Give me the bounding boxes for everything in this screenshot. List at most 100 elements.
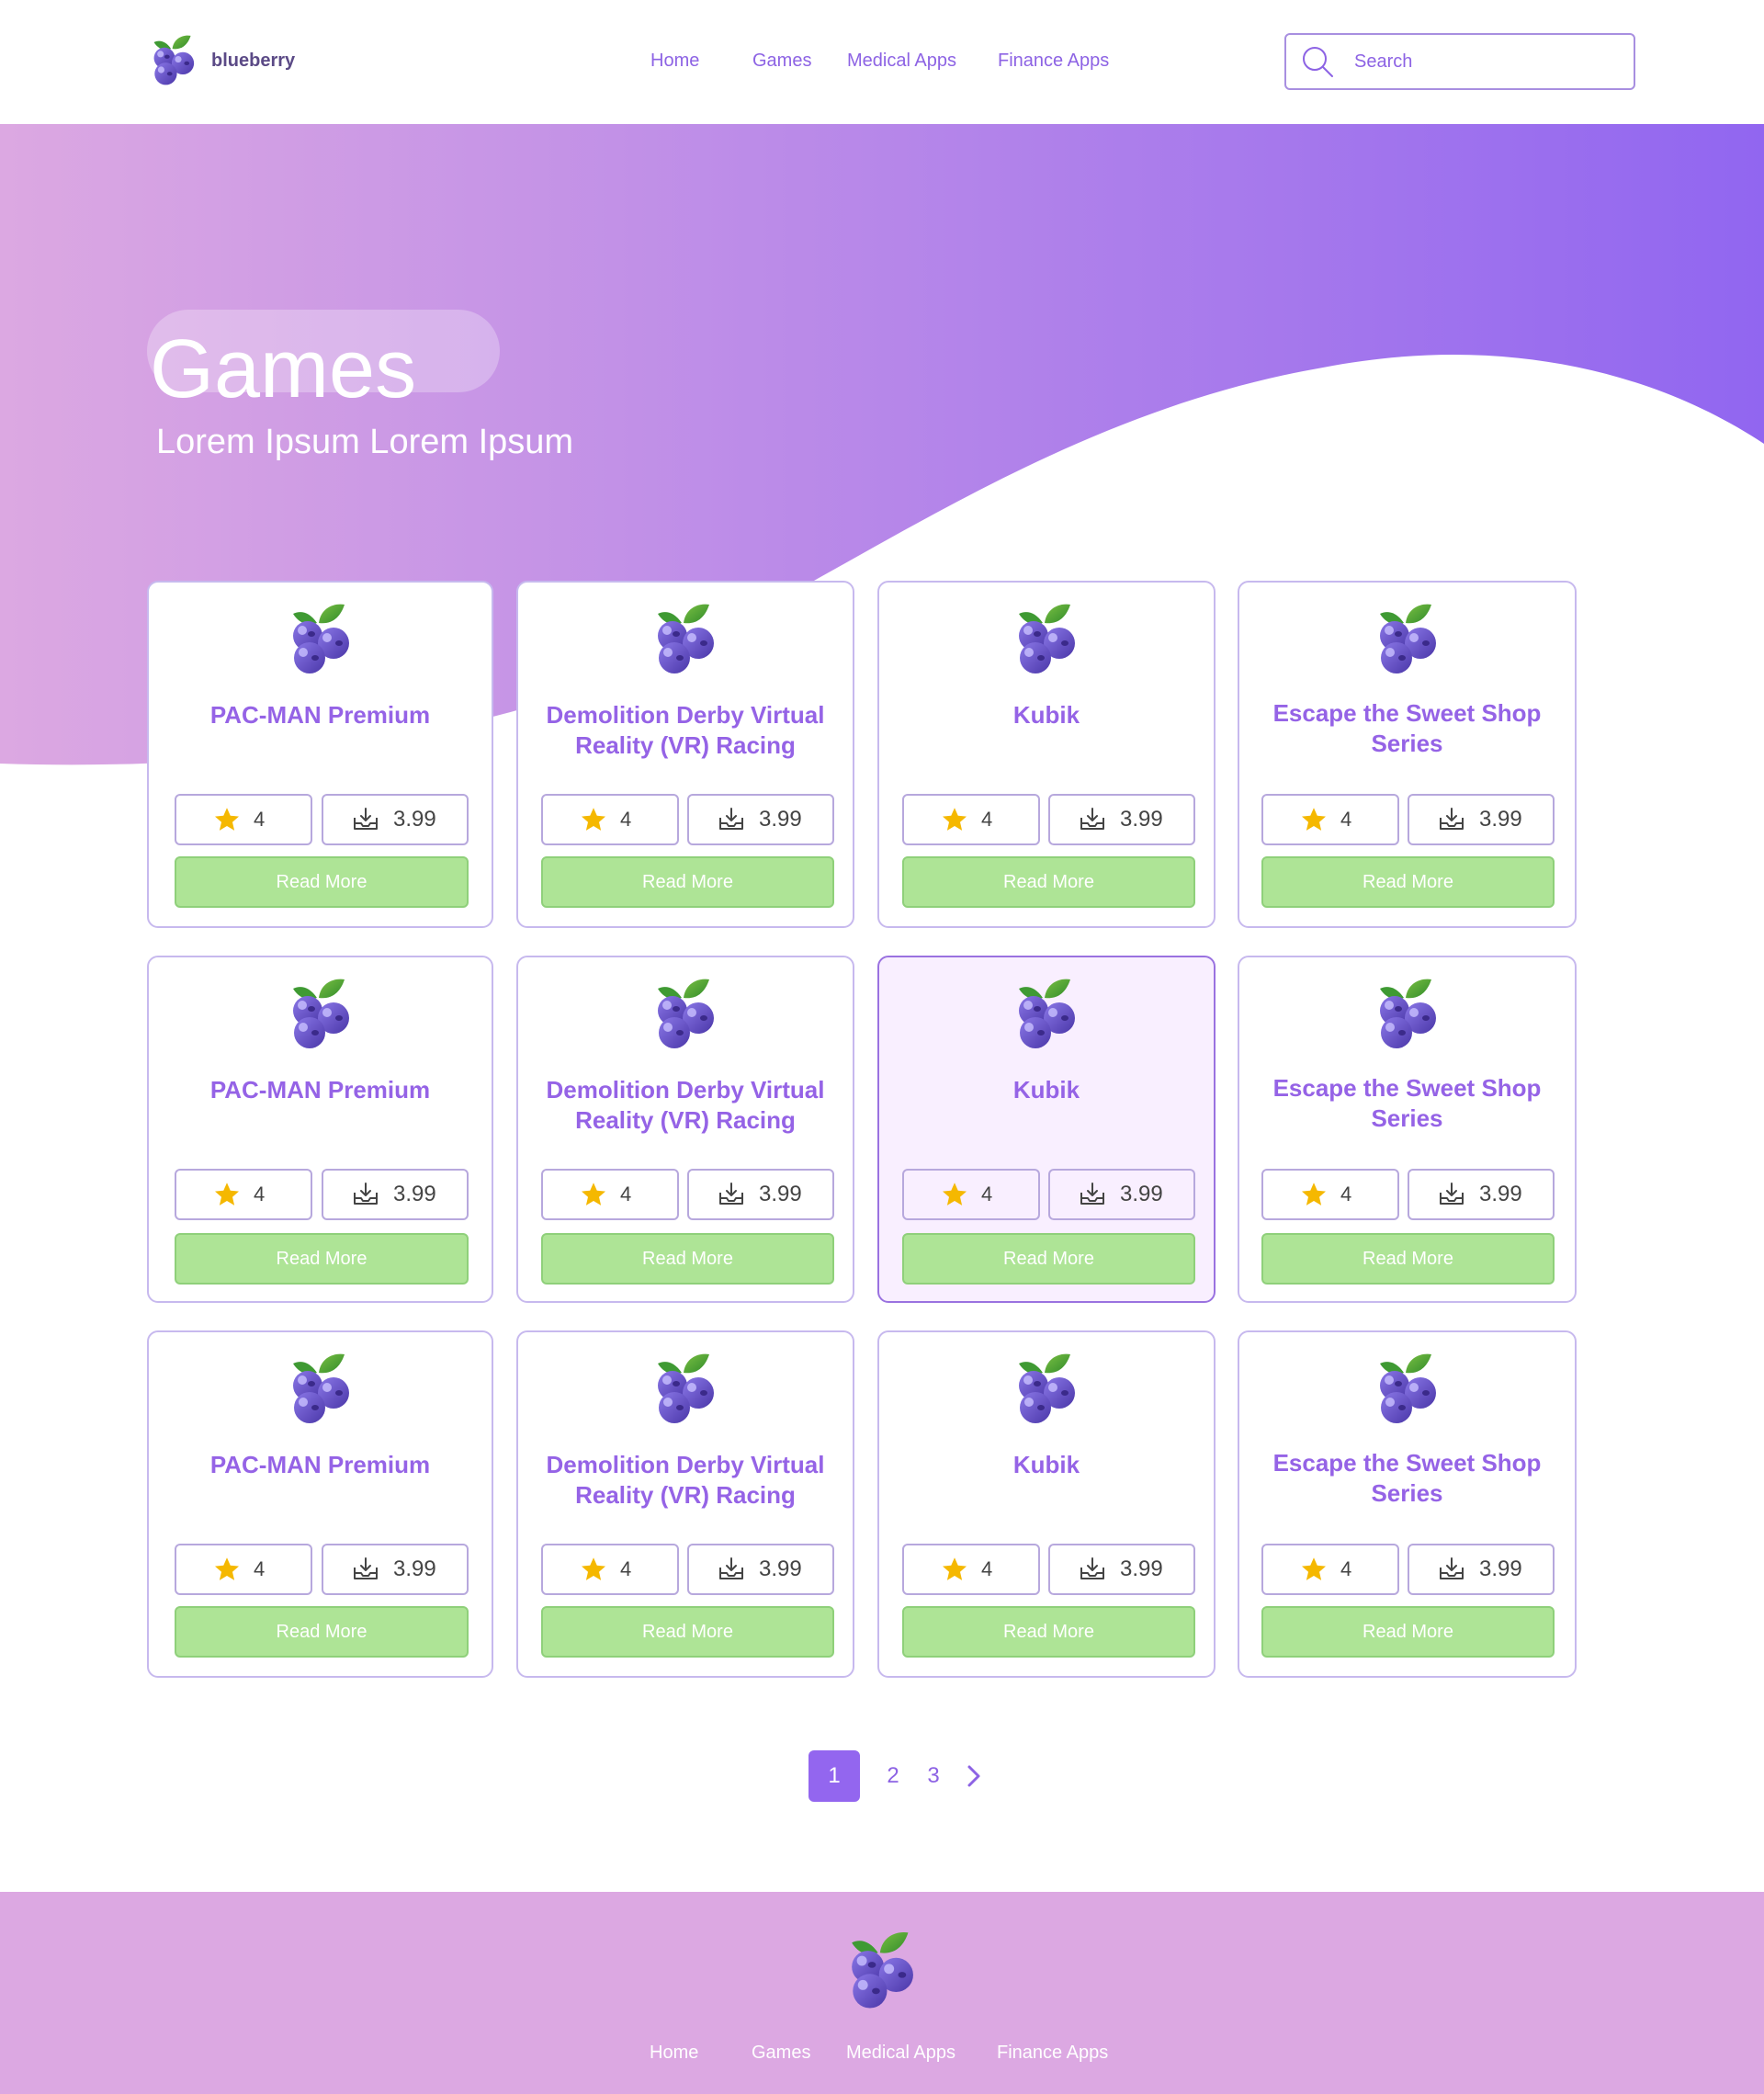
read-more-button[interactable]: Read More — [175, 856, 469, 908]
price-value: 3.99 — [393, 807, 436, 832]
game-card[interactable]: Demolition Derby Virtual Reality (VR) Ra… — [516, 581, 854, 928]
download-icon — [1437, 805, 1466, 834]
game-card-highlighted[interactable]: Kubik 4 3.99 Read More — [877, 956, 1216, 1303]
price-box: 3.99 — [322, 1544, 469, 1595]
download-icon — [351, 1180, 380, 1209]
search-input[interactable] — [1354, 51, 1611, 73]
next-page-button[interactable] — [961, 1750, 987, 1802]
rating-value: 4 — [1340, 808, 1352, 831]
blueberry-icon — [1371, 976, 1444, 1053]
rating-value: 4 — [254, 1183, 266, 1205]
game-card[interactable]: PAC-MAN Premium 4 3.99 Read More — [147, 581, 493, 928]
price-box: 3.99 — [1048, 1169, 1195, 1220]
blueberry-icon — [649, 601, 722, 678]
game-title: PAC-MAN Premium — [209, 701, 431, 729]
read-more-button[interactable]: Read More — [541, 856, 834, 908]
read-more-button[interactable]: Read More — [1261, 1233, 1555, 1285]
game-card[interactable]: Kubik 4 3.99 Read More — [877, 1330, 1216, 1678]
price-value: 3.99 — [1120, 1556, 1163, 1581]
rating-box: 4 — [175, 1169, 312, 1220]
star-icon — [941, 1556, 968, 1583]
read-more-button[interactable]: Read More — [902, 856, 1195, 908]
nav-medical-apps[interactable]: Medical Apps — [847, 51, 956, 72]
download-icon — [1437, 1555, 1466, 1584]
rating-value: 4 — [981, 1557, 993, 1580]
nav-finance-apps[interactable]: Finance Apps — [998, 51, 1109, 72]
download-icon — [717, 1555, 746, 1584]
game-title: Kubik — [1012, 701, 1080, 729]
chevron-right-icon — [967, 1765, 980, 1787]
game-title: PAC-MAN Premium — [209, 1076, 431, 1104]
star-icon — [580, 1181, 607, 1208]
rating-box: 4 — [1261, 1544, 1399, 1595]
page-1-button[interactable]: 1 — [808, 1750, 860, 1802]
game-card[interactable]: Kubik 4 3.99 Read More — [877, 581, 1216, 928]
rating-value: 4 — [981, 1183, 993, 1205]
price-value: 3.99 — [393, 1182, 436, 1206]
rating-value: 4 — [981, 808, 993, 831]
rating-value: 4 — [620, 808, 632, 831]
footer-nav-finance-apps[interactable]: Finance Apps — [997, 2043, 1108, 2064]
game-card[interactable]: PAC-MAN Premium 4 3.99 Read More — [147, 1330, 493, 1678]
blueberry-icon — [1371, 1351, 1444, 1428]
game-title: Escape the Sweet Shop Series — [1272, 1449, 1542, 1507]
read-more-button[interactable]: Read More — [1261, 1606, 1555, 1658]
price-value: 3.99 — [759, 1182, 802, 1206]
site-header: blueberry Home Games Medical Apps Financ… — [0, 0, 1764, 124]
game-title: Demolition Derby Virtual Reality (VR) Ra… — [546, 1451, 825, 1509]
game-card[interactable]: Demolition Derby Virtual Reality (VR) Ra… — [516, 1330, 854, 1678]
price-value: 3.99 — [1479, 1556, 1522, 1581]
brand-name: blueberry — [211, 50, 296, 71]
read-more-button[interactable]: Read More — [902, 1606, 1195, 1658]
rating-box: 4 — [902, 794, 1040, 845]
price-box: 3.99 — [1048, 794, 1195, 845]
search-icon — [1303, 47, 1333, 77]
game-card[interactable]: Escape the Sweet Shop Series 4 3.99 Read… — [1238, 581, 1577, 928]
footer-nav-games[interactable]: Games — [752, 2043, 810, 2064]
price-box: 3.99 — [687, 1544, 834, 1595]
rating-box: 4 — [175, 1544, 312, 1595]
price-value: 3.99 — [1120, 1182, 1163, 1206]
game-card[interactable]: Demolition Derby Virtual Reality (VR) Ra… — [516, 956, 854, 1303]
game-card[interactable]: Escape the Sweet Shop Series 4 3.99 Read… — [1238, 1330, 1577, 1678]
star-icon — [941, 806, 968, 833]
read-more-button[interactable]: Read More — [175, 1606, 469, 1658]
nav-home[interactable]: Home — [650, 51, 699, 72]
star-icon — [1300, 806, 1328, 833]
page-2-button[interactable]: 2 — [880, 1750, 906, 1802]
star-icon — [213, 1556, 241, 1583]
price-box: 3.99 — [322, 794, 469, 845]
game-title: Escape the Sweet Shop Series — [1272, 699, 1542, 757]
star-icon — [1300, 1556, 1328, 1583]
game-title: Kubik — [1012, 1076, 1080, 1104]
read-more-button[interactable]: Read More — [541, 1606, 834, 1658]
game-card[interactable]: PAC-MAN Premium 4 3.99 Read More — [147, 956, 493, 1303]
price-box: 3.99 — [687, 1169, 834, 1220]
brand[interactable]: blueberry — [147, 33, 295, 88]
read-more-button[interactable]: Read More — [541, 1233, 834, 1285]
price-value: 3.99 — [759, 1556, 802, 1581]
star-icon — [580, 1556, 607, 1583]
nav-games[interactable]: Games — [752, 51, 811, 72]
read-more-button[interactable]: Read More — [902, 1233, 1195, 1285]
blueberry-icon — [284, 601, 357, 678]
footer-nav-medical-apps[interactable]: Medical Apps — [846, 2043, 956, 2064]
star-icon — [213, 1181, 241, 1208]
price-box: 3.99 — [687, 794, 834, 845]
download-icon — [351, 1555, 380, 1584]
rating-box: 4 — [1261, 1169, 1399, 1220]
game-title: Demolition Derby Virtual Reality (VR) Ra… — [546, 701, 825, 759]
rating-box: 4 — [1261, 794, 1399, 845]
search-box[interactable] — [1284, 33, 1635, 90]
footer-nav-home[interactable]: Home — [650, 2043, 698, 2064]
rating-value: 4 — [620, 1183, 632, 1205]
game-card[interactable]: Escape the Sweet Shop Series 4 3.99 Read… — [1238, 956, 1577, 1303]
price-box: 3.99 — [1408, 794, 1555, 845]
star-icon — [941, 1181, 968, 1208]
blueberry-icon — [842, 1929, 922, 2013]
rating-value: 4 — [1340, 1183, 1352, 1205]
rating-value: 4 — [254, 1557, 266, 1580]
read-more-button[interactable]: Read More — [1261, 856, 1555, 908]
read-more-button[interactable]: Read More — [175, 1233, 469, 1285]
page-3-button[interactable]: 3 — [921, 1750, 946, 1802]
